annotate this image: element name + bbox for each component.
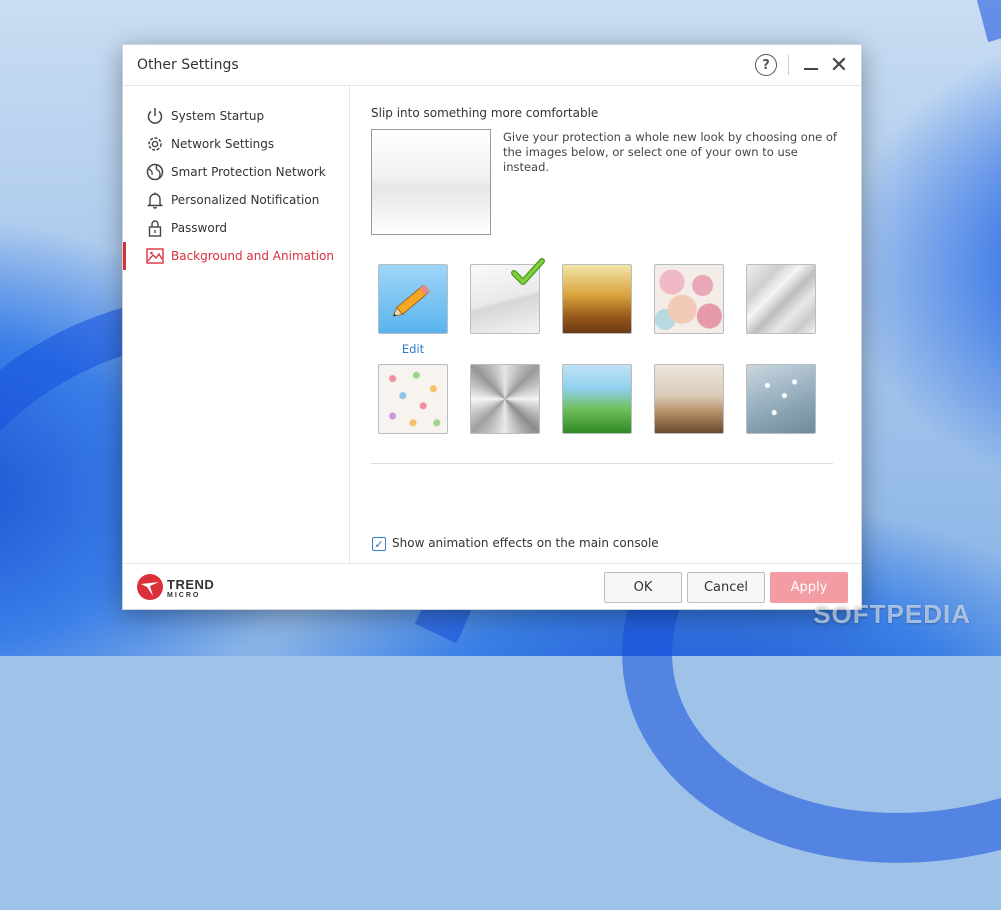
dialog-footer: TREND MICRO OK Cancel Apply: [123, 563, 861, 610]
other-settings-dialog: Other Settings ? ✕ System Startup Networ…: [122, 44, 862, 610]
background-thumb-confetti[interactable]: [378, 364, 448, 434]
softpedia-watermark: SOFTPEDIA: [813, 599, 971, 629]
ok-button[interactable]: OK: [604, 572, 682, 603]
sidebar-item-password[interactable]: Password: [123, 214, 349, 242]
background-thumb-grass[interactable]: [562, 364, 632, 434]
close-button[interactable]: ✕: [827, 53, 851, 78]
animation-effects-checkbox[interactable]: ✓: [372, 537, 386, 551]
sidebar-item-personalized-notification[interactable]: Personalized Notification: [123, 186, 349, 214]
globe-icon: [146, 163, 164, 181]
sidebar-item-label: Smart Protection Network: [171, 165, 326, 179]
background-thumb-wheat[interactable]: [562, 264, 632, 334]
sidebar-item-label: Background and Animation: [171, 249, 334, 263]
title-bar: Other Settings ? ✕: [123, 45, 861, 86]
logo-swoosh-icon: [141, 582, 159, 596]
trend-micro-logo-icon: [137, 574, 163, 600]
sidebar-item-label: Password: [171, 221, 228, 235]
sidebar-item-network-settings[interactable]: Network Settings: [123, 130, 349, 158]
edit-background-thumb[interactable]: [378, 264, 448, 334]
brand-subname: MICRO: [167, 592, 201, 599]
background-thumb-selected[interactable]: [470, 258, 545, 334]
background-thumb-metal[interactable]: [470, 364, 540, 434]
sidebar-item-label: System Startup: [171, 109, 265, 123]
sidebar-item-smart-protection-network[interactable]: Smart Protection Network: [123, 158, 349, 186]
titlebar-separator: [788, 55, 789, 75]
sidebar-item-background-and-animation[interactable]: Background and Animation: [123, 242, 349, 270]
pencil-icon: [392, 284, 431, 317]
bell-icon: [146, 192, 164, 209]
cancel-button[interactable]: Cancel: [687, 572, 765, 603]
dialog-title: Other Settings: [137, 57, 239, 73]
sidebar: System Startup Network Settings Smart Pr…: [123, 86, 350, 563]
background-thumb-beach[interactable]: [654, 364, 724, 434]
background-preview: [371, 129, 491, 235]
brand-name: TREND: [167, 577, 215, 592]
minimize-icon: [804, 68, 818, 70]
section-description: Give your protection a whole new look by…: [503, 130, 837, 174]
background-thumb-geometric[interactable]: [746, 264, 816, 334]
background-thumb-bubbles[interactable]: [654, 264, 724, 334]
sidebar-item-label: Personalized Notification: [171, 193, 320, 207]
help-icon[interactable]: ?: [755, 54, 777, 76]
gear-icon: [148, 137, 162, 151]
sidebar-item-system-startup[interactable]: System Startup: [123, 102, 349, 130]
power-icon: [147, 108, 163, 124]
minimize-button[interactable]: [799, 53, 823, 77]
sidebar-item-label: Network Settings: [171, 137, 275, 151]
animation-effects-label[interactable]: Show animation effects on the main conso…: [392, 536, 659, 550]
section-heading: Slip into something more comfortable: [371, 106, 599, 120]
trend-micro-logo: TREND MICRO: [137, 574, 217, 602]
checkmark-icon: [511, 258, 545, 285]
section-divider: [371, 463, 833, 464]
background-thumb-blossom[interactable]: [746, 364, 816, 434]
edit-link[interactable]: Edit: [378, 342, 448, 356]
content-panel: Slip into something more comfortable Giv…: [350, 86, 862, 563]
picture-icon: [146, 248, 164, 264]
lock-icon: [148, 220, 162, 237]
